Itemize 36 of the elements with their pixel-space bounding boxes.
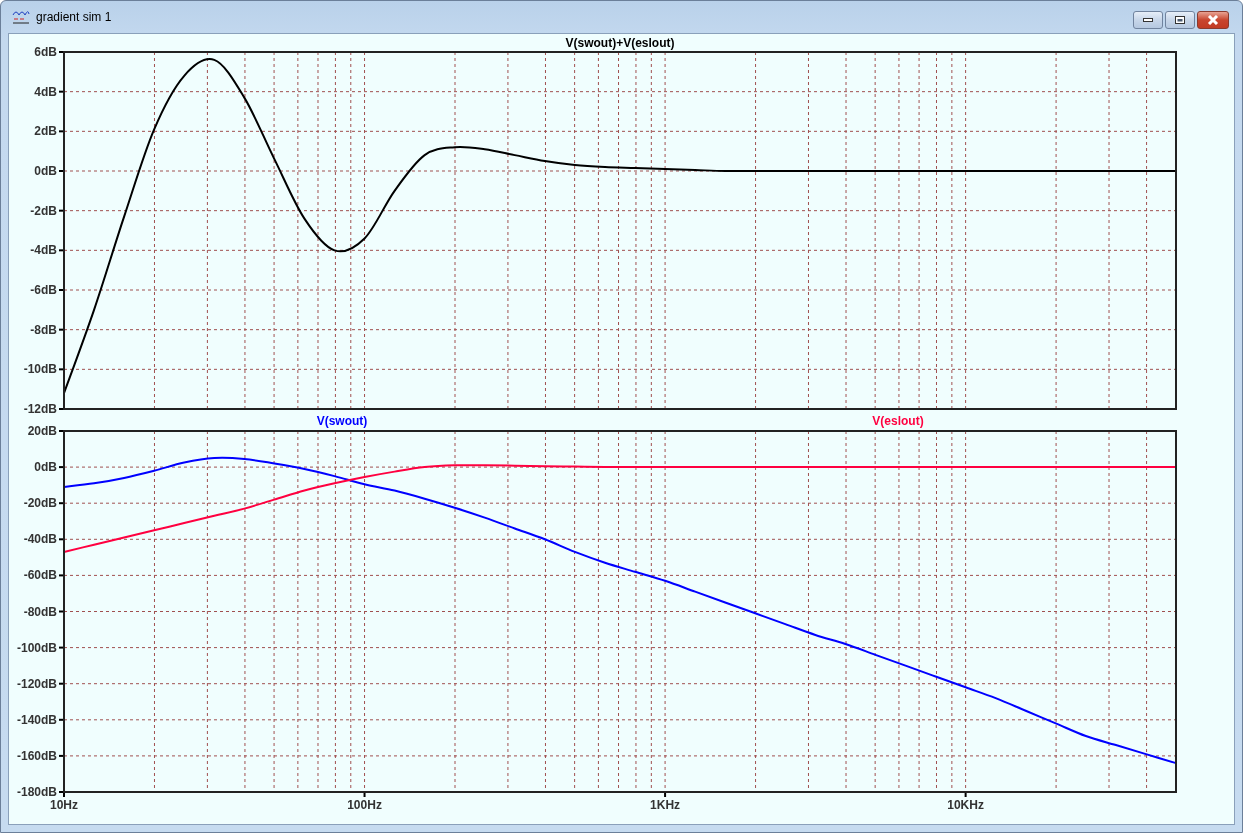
- trace-label: V(swout)+V(eslout): [565, 36, 675, 50]
- x-tick-label: 100Hz: [347, 798, 382, 812]
- y-tick-label: 2dB: [34, 124, 57, 139]
- y-tick-label: -180dB: [17, 785, 57, 799]
- maximize-button[interactable]: [1165, 11, 1195, 29]
- y-tick-label: -4dB: [30, 243, 57, 258]
- y-tick-label: -10dB: [23, 362, 57, 377]
- minimize-icon: [1143, 18, 1153, 22]
- y-tick-label: -100dB: [17, 640, 57, 655]
- y-tick-label: 4dB: [34, 84, 57, 99]
- y-tick-label: -80dB: [23, 604, 57, 619]
- waveform-icon: [12, 9, 30, 25]
- maximize-icon: [1175, 16, 1185, 24]
- x-tick-label: 1KHz: [650, 798, 681, 812]
- x-tick-label: 10Hz: [50, 798, 78, 812]
- trace-label: V(swout): [316, 414, 368, 428]
- y-tick-label: 0dB: [34, 460, 57, 475]
- y-tick-label: 20dB: [27, 424, 57, 438]
- y-tick-label: -12dB: [23, 402, 57, 414]
- y-tick-label: -60dB: [23, 568, 57, 583]
- x-tick-label: 10KHz: [947, 798, 984, 812]
- y-tick-label: -140dB: [17, 712, 57, 727]
- close-button[interactable]: [1197, 11, 1229, 29]
- minimize-button[interactable]: [1133, 11, 1163, 29]
- y-tick-label: -2dB: [30, 203, 57, 218]
- window-title: gradient sim 1: [36, 10, 113, 24]
- y-tick-label: -160dB: [17, 748, 57, 763]
- y-tick-label: 0dB: [34, 164, 57, 178]
- trace-label: V(eslout): [872, 414, 924, 428]
- y-tick-label: -120dB: [17, 676, 57, 691]
- y-tick-label: -40dB: [23, 532, 57, 547]
- y-tick-label: -8dB: [30, 322, 57, 337]
- y-tick-label: -20dB: [23, 496, 57, 511]
- y-tick-label: -6dB: [30, 283, 57, 297]
- y-tick-label: 6dB: [34, 45, 57, 59]
- close-icon: [1207, 15, 1219, 25]
